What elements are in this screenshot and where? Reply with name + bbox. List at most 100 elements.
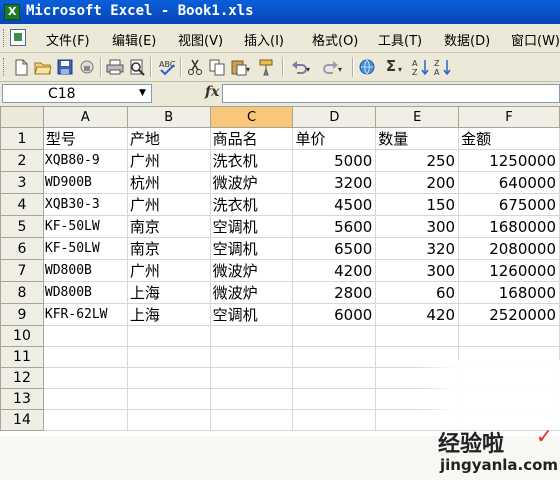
save-icon[interactable] [56,58,74,76]
workbook-icon[interactable] [10,29,26,46]
column-header-b[interactable]: B [126,106,211,128]
data-cell[interactable]: 250 [375,149,460,172]
select-all-corner[interactable] [0,106,44,128]
row-header[interactable]: 12 [0,367,44,389]
redo-dropdown-icon[interactable]: ▾ [338,65,342,74]
header-cell[interactable]: 单价 [292,127,377,150]
column-header-a[interactable]: A [42,106,128,128]
row-header[interactable]: 11 [0,346,44,368]
data-cell[interactable]: 2520000 [458,303,560,326]
copy-icon[interactable] [208,58,226,76]
data-cell[interactable]: 5600 [292,215,377,238]
data-cell[interactable]: 60 [375,281,460,304]
toolbar-grip[interactable] [3,58,7,76]
print-preview-icon[interactable] [128,58,146,76]
data-cell[interactable]: 1680000 [458,215,560,238]
row-header[interactable]: 1 [0,127,44,150]
header-cell[interactable]: 产地 [126,127,211,150]
empty-cell[interactable] [42,388,128,410]
data-cell[interactable]: 4200 [292,259,377,282]
row-header[interactable]: 9 [0,303,44,326]
sort-ascending-icon[interactable]: AZ [412,58,430,76]
data-cell[interactable]: 南京 [126,237,211,260]
data-cell[interactable]: 微波炉 [209,259,294,282]
data-cell[interactable]: 杭州 [126,171,211,194]
data-cell[interactable]: 2800 [292,281,377,304]
data-cell[interactable]: 微波炉 [209,171,294,194]
menu-view[interactable]: 视图(V) [178,30,223,49]
data-cell[interactable]: 3200 [292,171,377,194]
paste-dropdown-icon[interactable]: ▾ [246,65,250,74]
name-box-dropdown-icon[interactable]: ▼ [136,87,149,100]
empty-cell[interactable] [292,346,377,368]
empty-cell[interactable] [292,388,377,410]
empty-cell[interactable] [292,409,377,431]
paste-icon[interactable]: ▾ [230,58,250,76]
data-cell[interactable]: 广州 [126,149,211,172]
row-header[interactable]: 5 [0,215,44,238]
data-cell[interactable]: XQB30-3 [42,193,128,216]
column-header-c[interactable]: C [209,106,294,128]
menu-edit[interactable]: 编辑(E) [112,30,156,49]
data-cell[interactable]: 300 [375,215,460,238]
cut-icon[interactable] [186,58,204,76]
header-cell[interactable]: 数量 [375,127,460,150]
insert-function-icon[interactable]: fx [205,84,219,100]
row-header[interactable]: 4 [0,193,44,216]
data-cell[interactable]: 上海 [126,281,211,304]
row-header[interactable]: 7 [0,259,44,282]
menu-window[interactable]: 窗口(W) [511,30,560,49]
row-header[interactable]: 14 [0,409,44,431]
data-cell[interactable]: KFR-62LW [42,303,128,326]
data-cell[interactable]: 200 [375,171,460,194]
data-cell[interactable]: XQB80-9 [42,149,128,172]
empty-cell[interactable] [126,367,211,389]
autosum-dropdown-icon[interactable]: ▾ [398,65,402,74]
data-cell[interactable]: 5000 [292,149,377,172]
data-cell[interactable]: KF-50LW [42,215,128,238]
data-cell[interactable]: 675000 [458,193,560,216]
data-cell[interactable]: 洗衣机 [209,149,294,172]
empty-cell[interactable] [42,367,128,389]
undo-dropdown-icon[interactable]: ▾ [306,65,310,74]
data-cell[interactable]: 4500 [292,193,377,216]
empty-cell[interactable] [458,325,560,347]
menu-data[interactable]: 数据(D) [444,30,490,49]
column-header-e[interactable]: E [375,106,460,128]
data-cell[interactable]: 空调机 [209,303,294,326]
data-cell[interactable]: 上海 [126,303,211,326]
data-cell[interactable]: 空调机 [209,215,294,238]
name-box[interactable]: C18 ▼ [2,84,152,103]
empty-cell[interactable] [209,409,294,431]
menu-insert[interactable]: 插入(I) [244,30,284,49]
data-cell[interactable]: WD800B [42,281,128,304]
spelling-icon[interactable]: ABC [158,58,176,76]
empty-cell[interactable] [209,325,294,347]
data-cell[interactable]: 320 [375,237,460,260]
empty-cell[interactable] [42,346,128,368]
row-header[interactable]: 10 [0,325,44,347]
redo-icon[interactable]: ▾ [322,58,342,76]
print-icon[interactable] [106,58,124,76]
menu-format[interactable]: 格式(O) [312,30,358,49]
menu-grip[interactable] [3,29,7,47]
data-cell[interactable]: 2080000 [458,237,560,260]
empty-cell[interactable] [126,388,211,410]
data-cell[interactable]: WD800B [42,259,128,282]
empty-cell[interactable] [126,325,211,347]
data-cell[interactable]: 150 [375,193,460,216]
menu-file[interactable]: 文件(F) [46,30,90,49]
data-cell[interactable]: 空调机 [209,237,294,260]
data-cell[interactable]: 168000 [458,281,560,304]
data-cell[interactable]: KF-50LW [42,237,128,260]
data-cell[interactable]: 1260000 [458,259,560,282]
row-header[interactable]: 2 [0,149,44,172]
data-cell[interactable]: WD900B [42,171,128,194]
data-cell[interactable]: 6500 [292,237,377,260]
empty-cell[interactable] [375,325,460,347]
data-cell[interactable]: 300 [375,259,460,282]
data-cell[interactable]: 洗衣机 [209,193,294,216]
data-cell[interactable]: 微波炉 [209,281,294,304]
header-cell[interactable]: 型号 [42,127,128,150]
formula-input[interactable] [222,84,560,103]
